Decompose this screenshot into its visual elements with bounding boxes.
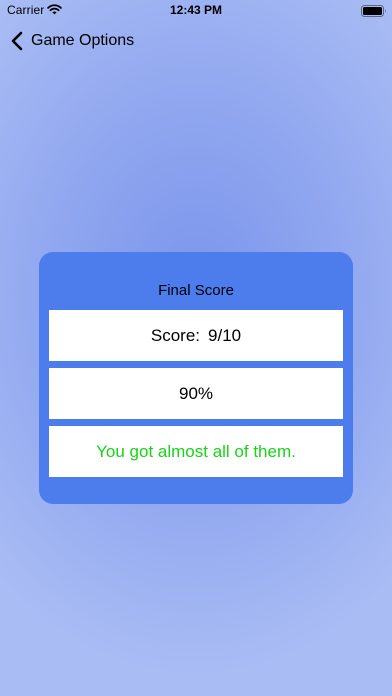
result-message: You got almost all of them. <box>96 441 296 461</box>
final-score-card: Final Score Score: 9/10 90% You got almo… <box>39 252 353 504</box>
percent-box: 90% <box>49 368 343 419</box>
card-title: Final Score <box>158 282 234 299</box>
back-button[interactable]: Game Options <box>10 29 134 53</box>
percent-value: 90% <box>178 383 214 403</box>
message-box: You got almost all of them. <box>49 426 343 477</box>
score-label: Score: <box>150 325 201 345</box>
status-bar: Carrier 12:43 PM <box>0 0 392 22</box>
chevron-left-icon <box>11 31 23 51</box>
battery-icon <box>361 5 386 17</box>
score-value: 9/10 <box>208 325 242 345</box>
clock: 12:43 PM <box>169 3 223 17</box>
score-box: Score: 9/10 <box>49 310 343 361</box>
back-button-label: Game Options <box>31 32 135 49</box>
